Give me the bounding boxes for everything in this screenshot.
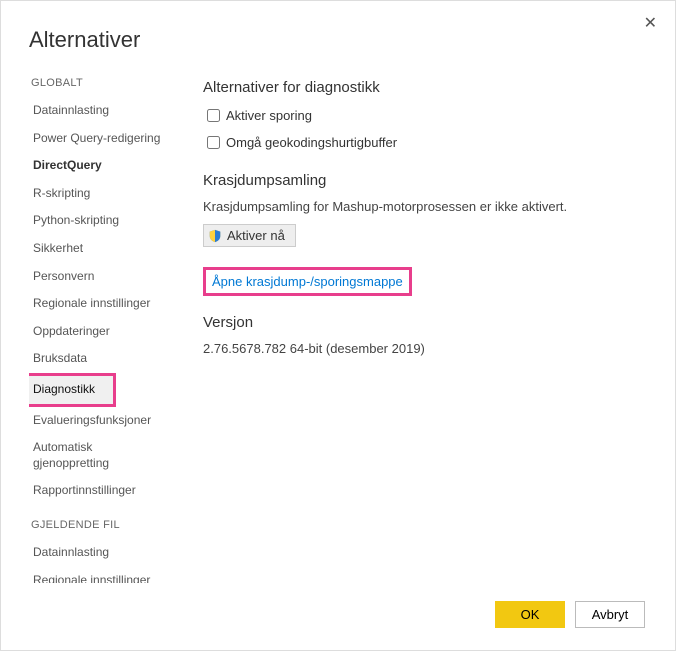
content-panel: Alternativer for diagnostikk Aktiver spo… <box>171 63 663 583</box>
highlight-diagnostikk: Diagnostikk <box>29 373 116 407</box>
activate-now-button[interactable]: Aktiver nå <box>203 224 296 247</box>
close-button[interactable]: ✕ <box>644 13 657 33</box>
close-icon: ✕ <box>644 15 657 32</box>
crashdump-status: Krasjdumpsamling for Mashup-motorprosess… <box>203 199 653 214</box>
open-folder-row: Åpne krasjdump-/sporingsmappe <box>203 267 653 296</box>
dialog-body: GLOBALT DatainnlastingPower Query-redige… <box>1 63 675 583</box>
bypass-geocoding-row[interactable]: Omgå geokodingshurtigbuffer <box>203 133 653 152</box>
activate-now-label: Aktiver nå <box>227 228 285 243</box>
sidebar-item-datainnlasting[interactable]: Datainnlasting <box>29 539 167 567</box>
sidebar-section-currentfile: GJELDENDE FIL <box>31 519 167 531</box>
shield-icon <box>208 229 222 243</box>
sidebar-item-regionale-innstillinger[interactable]: Regionale innstillinger <box>29 567 167 584</box>
sidebar-item-python-skripting[interactable]: Python-skripting <box>29 207 167 235</box>
sidebar-section-global: GLOBALT <box>31 77 167 89</box>
sidebar-item-directquery[interactable]: DirectQuery <box>29 152 167 180</box>
version-text: 2.76.5678.782 64-bit (desember 2019) <box>203 341 653 356</box>
highlight-open-folder: Åpne krasjdump-/sporingsmappe <box>203 267 412 296</box>
open-crashdump-folder-link[interactable]: Åpne krasjdump-/sporingsmappe <box>212 274 403 289</box>
sidebar-item-diagnostikk[interactable]: Diagnostikk <box>29 376 113 404</box>
sidebar[interactable]: GLOBALT DatainnlastingPower Query-redige… <box>29 63 171 583</box>
diagnostics-options-heading: Alternativer for diagnostikk <box>203 79 653 96</box>
sidebar-item-personvern[interactable]: Personvern <box>29 263 167 291</box>
sidebar-item-evalueringsfunksjoner[interactable]: Evalueringsfunksjoner <box>29 407 167 435</box>
bypass-geocoding-label: Omgå geokodingshurtigbuffer <box>226 135 397 150</box>
sidebar-item-datainnlasting[interactable]: Datainnlasting <box>29 97 167 125</box>
cancel-button[interactable]: Avbryt <box>575 601 645 628</box>
version-heading: Versjon <box>203 314 653 331</box>
sidebar-item-sikkerhet[interactable]: Sikkerhet <box>29 235 167 263</box>
sidebar-item-regionale-innstillinger[interactable]: Regionale innstillinger <box>29 290 167 318</box>
sidebar-item-power-query-redigering[interactable]: Power Query-redigering <box>29 125 167 153</box>
dialog-title: Alternativer <box>1 1 675 63</box>
crashdump-heading: Krasjdumpsamling <box>203 172 653 189</box>
enable-tracing-checkbox[interactable] <box>207 109 220 122</box>
sidebar-item-rapportinnstillinger[interactable]: Rapportinnstillinger <box>29 477 167 505</box>
bypass-geocoding-checkbox[interactable] <box>207 136 220 149</box>
enable-tracing-label: Aktiver sporing <box>226 108 312 123</box>
ok-button[interactable]: OK <box>495 601 565 628</box>
sidebar-item-r-skripting[interactable]: R-skripting <box>29 180 167 208</box>
sidebar-item-oppdateringer[interactable]: Oppdateringer <box>29 318 167 346</box>
enable-tracing-row[interactable]: Aktiver sporing <box>203 106 653 125</box>
sidebar-item-automatisk-gjenoppretting[interactable]: Automatisk gjenoppretting <box>29 434 167 477</box>
sidebar-item-bruksdata[interactable]: Bruksdata <box>29 345 167 373</box>
button-bar: OK Avbryt <box>495 601 645 628</box>
